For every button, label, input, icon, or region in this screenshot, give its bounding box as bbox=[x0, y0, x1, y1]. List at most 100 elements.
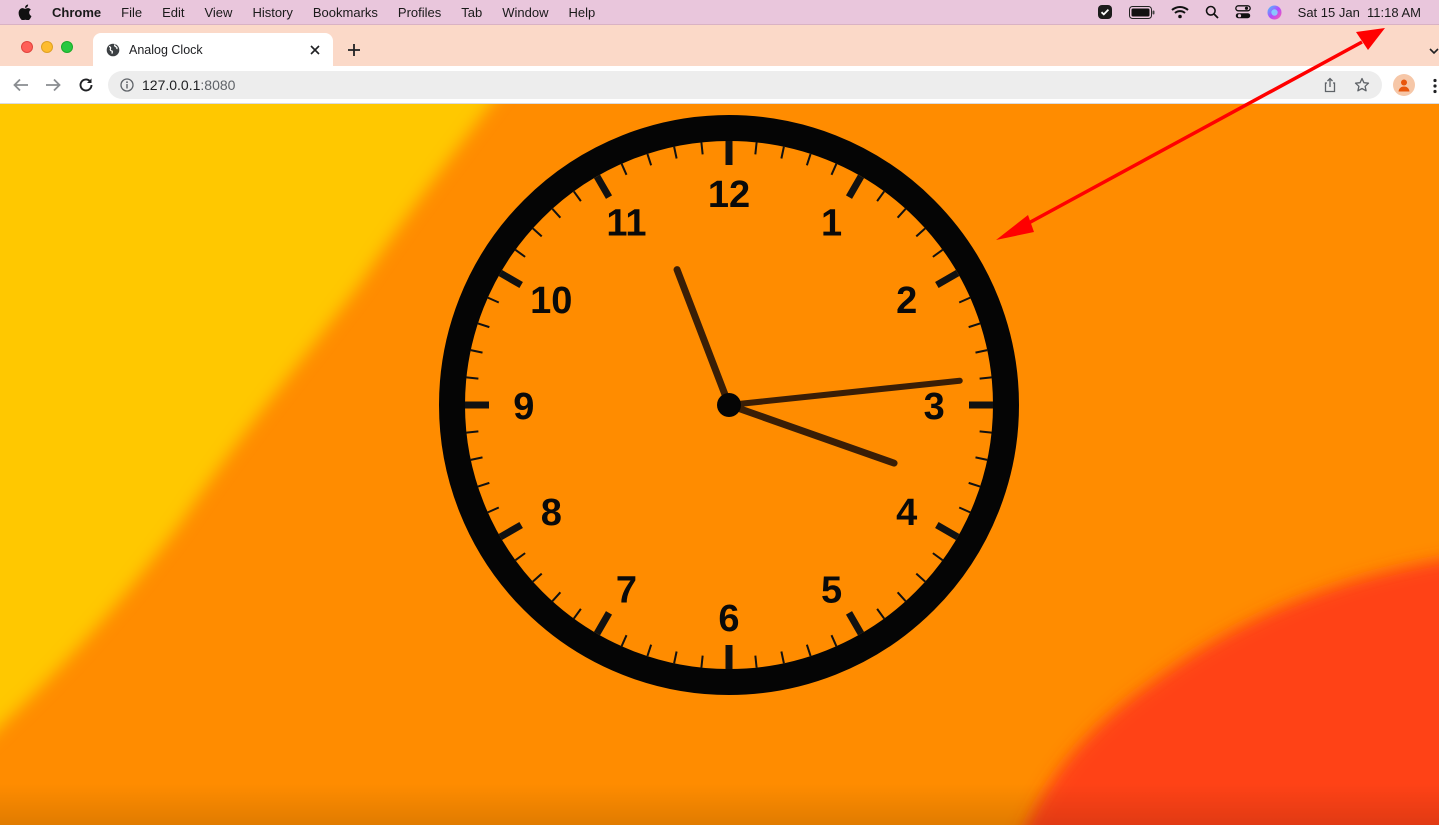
search-icon[interactable] bbox=[1205, 5, 1219, 19]
info-icon[interactable] bbox=[120, 78, 134, 92]
menu-file[interactable]: File bbox=[121, 5, 142, 20]
numeral-9: 9 bbox=[513, 386, 534, 428]
numeral-8: 8 bbox=[541, 492, 562, 534]
minute-tick bbox=[754, 142, 758, 155]
window-close-button[interactable] bbox=[21, 41, 33, 53]
tab-strip: Analog Clock bbox=[0, 24, 1439, 67]
menu-tab[interactable]: Tab bbox=[461, 5, 482, 20]
minute-tick bbox=[830, 163, 838, 176]
minute-tick bbox=[979, 376, 992, 380]
minute-tick bbox=[573, 190, 582, 202]
menu-view[interactable]: View bbox=[204, 5, 232, 20]
numeral-10: 10 bbox=[530, 280, 572, 322]
menu-history[interactable]: History bbox=[252, 5, 292, 20]
hour-tick bbox=[935, 521, 960, 541]
forward-arrow-icon[interactable] bbox=[44, 76, 62, 94]
menu-edit[interactable]: Edit bbox=[162, 5, 184, 20]
more-menu-icon[interactable] bbox=[1432, 78, 1438, 94]
tab-title: Analog Clock bbox=[129, 43, 203, 57]
profile-avatar-icon[interactable] bbox=[1393, 74, 1415, 96]
minute-tick bbox=[915, 572, 926, 583]
url-port: :8080 bbox=[200, 77, 236, 93]
address-bar[interactable]: 127.0.0.1:8080 bbox=[108, 71, 1382, 99]
minute-tick bbox=[896, 208, 907, 219]
tab-close-icon[interactable] bbox=[307, 42, 323, 58]
menu-app-chrome[interactable]: Chrome bbox=[52, 5, 101, 20]
back-arrow-icon[interactable] bbox=[12, 76, 30, 94]
new-tab-icon[interactable] bbox=[346, 42, 362, 58]
numeral-4: 4 bbox=[896, 492, 917, 534]
reload-icon[interactable] bbox=[77, 76, 95, 94]
battery-icon[interactable] bbox=[1128, 5, 1155, 19]
window-maximize-button[interactable] bbox=[61, 41, 73, 53]
bookmark-star-icon[interactable] bbox=[1354, 77, 1370, 93]
apple-icon[interactable] bbox=[18, 4, 32, 20]
hour-tick bbox=[593, 174, 613, 199]
minute-tick bbox=[466, 430, 479, 434]
minute-tick bbox=[958, 506, 971, 514]
siri-icon[interactable] bbox=[1267, 5, 1282, 20]
minute-tick bbox=[932, 552, 944, 561]
minute-tick bbox=[700, 655, 704, 668]
menu-profiles[interactable]: Profiles bbox=[398, 5, 441, 20]
numeral-2: 2 bbox=[896, 280, 917, 322]
minute-tick bbox=[514, 249, 526, 258]
chevron-down-icon[interactable] bbox=[1428, 45, 1439, 57]
hour-tick bbox=[845, 174, 865, 199]
minute-tick bbox=[470, 349, 483, 354]
minute-tick bbox=[975, 456, 988, 461]
minute-hand bbox=[725, 401, 898, 467]
minute-tick bbox=[979, 430, 992, 434]
share-icon[interactable] bbox=[1322, 77, 1338, 93]
minute-tick bbox=[673, 146, 678, 159]
analog-clock: 12 1 2 3 4 5 6 7 8 9 10 11 bbox=[439, 115, 1019, 695]
numeral-12: 12 bbox=[708, 174, 750, 216]
menu-bookmarks[interactable]: Bookmarks bbox=[313, 5, 378, 20]
numeral-1: 1 bbox=[821, 202, 842, 244]
minute-tick bbox=[551, 208, 562, 219]
minute-tick bbox=[975, 349, 988, 354]
shield-check-icon[interactable] bbox=[1097, 4, 1113, 20]
status-area: Sat 15 Jan 11:18 AM bbox=[1081, 0, 1421, 24]
minute-tick bbox=[700, 142, 704, 155]
minute-tick bbox=[876, 190, 885, 202]
minute-tick bbox=[830, 634, 838, 647]
numeral-7: 7 bbox=[616, 570, 637, 612]
hour-tick bbox=[593, 611, 613, 636]
minute-tick bbox=[805, 153, 812, 166]
tab-analog-clock[interactable]: Analog Clock bbox=[93, 33, 333, 67]
minute-tick bbox=[532, 572, 543, 583]
minute-tick bbox=[470, 456, 483, 461]
minute-tick bbox=[646, 644, 653, 657]
menu-help[interactable]: Help bbox=[569, 5, 596, 20]
numeral-6: 6 bbox=[718, 598, 739, 640]
minute-tick bbox=[620, 163, 628, 176]
minute-tick bbox=[551, 591, 562, 602]
url-text[interactable]: 127.0.0.1:8080 bbox=[142, 77, 235, 93]
minute-tick bbox=[487, 506, 500, 514]
minute-tick bbox=[477, 481, 490, 488]
minute-tick bbox=[754, 655, 758, 668]
minute-tick bbox=[532, 227, 543, 238]
minute-tick bbox=[915, 227, 926, 238]
minute-tick bbox=[968, 322, 981, 329]
minute-tick bbox=[487, 296, 500, 304]
hour-hand bbox=[673, 266, 733, 409]
minute-tick bbox=[573, 608, 582, 620]
minute-tick bbox=[968, 481, 981, 488]
minute-tick bbox=[646, 153, 653, 166]
hour-tick bbox=[845, 611, 865, 636]
wifi-icon[interactable] bbox=[1170, 5, 1189, 19]
numeral-3: 3 bbox=[924, 386, 945, 428]
hour-tick bbox=[498, 269, 523, 289]
minute-tick bbox=[876, 608, 885, 620]
window-minimize-button[interactable] bbox=[41, 41, 53, 53]
minute-tick bbox=[780, 146, 785, 159]
minute-tick bbox=[466, 376, 479, 380]
control-center-icon[interactable] bbox=[1234, 5, 1251, 19]
minute-tick bbox=[932, 249, 944, 258]
minute-tick bbox=[805, 644, 812, 657]
numeral-5: 5 bbox=[821, 570, 842, 612]
menu-clock[interactable]: Sat 15 Jan 11:18 AM bbox=[1298, 5, 1421, 20]
menu-window[interactable]: Window bbox=[502, 5, 548, 20]
